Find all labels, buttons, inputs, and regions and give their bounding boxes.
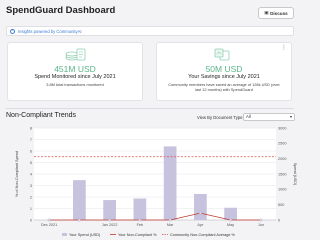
x-tick-label: Jan 2022 [102, 223, 118, 227]
spend-bar [73, 180, 86, 220]
savings-label: Your Savings since July 2021 [188, 74, 260, 80]
transactions-icon [65, 48, 86, 61]
view-by-label: View By Document Type: [197, 115, 244, 120]
x-tick-label: Feb [137, 223, 144, 227]
non-compliant-trends-chart: 0 1 2 3 4 5 6 7 8 0 500 1000 1500 2000 2500 3000 % of No… [0, 124, 300, 240]
x-tick-label: Dec 2021 [41, 223, 57, 227]
info-icon: i [10, 28, 15, 34]
y-left-tick-label: 6 [30, 149, 32, 153]
x-tick-label: Mar [167, 223, 174, 227]
kebab-menu-icon[interactable]: ⋮ [281, 45, 287, 50]
y-right-tick-label: 3000 [278, 126, 286, 130]
spend-monitored-label: Spend Monitored since July 2021 [34, 74, 116, 80]
section-divider [6, 108, 294, 109]
chat-icon: ▣ [264, 10, 269, 15]
y-left-tick-label: 0 [30, 218, 32, 222]
y-right-axis-label: Spend (USD) [293, 163, 297, 186]
legend-label-community: Community Non-Compliant Average % [170, 233, 236, 237]
savings-subtext: Community members have saved an average … [168, 82, 280, 93]
your-non-compliant-point [108, 218, 112, 222]
y-right-tick-label: 1500 [278, 172, 286, 176]
y-left-tick-label: 8 [30, 126, 32, 130]
y-left-tick-label: 2 [30, 195, 32, 199]
x-tick-label: Apr [197, 223, 204, 227]
your-non-compliant-point [47, 218, 51, 222]
legend-label-your-non-compliant: Your Non-Compliant % [118, 233, 157, 237]
x-tick-label: Jun [258, 223, 264, 227]
spend-bar [194, 193, 207, 220]
y-right-tick-label: 1000 [278, 188, 286, 192]
y-right-tick-label: 0 [278, 218, 280, 222]
savings-value: 50M USD [205, 64, 243, 74]
legend-swatch-spend [62, 233, 67, 236]
y-left-tick-label: 7 [30, 138, 32, 142]
header: SpendGuard Dashboard ▣ Discuss [0, 0, 300, 22]
spend-monitored-card: 451M USD Spend Monitored since July 2021… [7, 42, 143, 101]
spend-bar [224, 207, 237, 220]
your-non-compliant-point [229, 218, 233, 222]
y-left-axis-label: % of Non-Compliant Spend [15, 151, 19, 197]
your-non-compliant-point [168, 218, 172, 222]
trends-title: Non-Compliant Trends [6, 112, 77, 119]
insights-banner-text: Insights powered by CommunityAI [18, 29, 82, 34]
document-type-select[interactable]: All ▾ [243, 113, 295, 121]
chart-svg: 0 1 2 3 4 5 6 7 8 0 500 1000 1500 2000 2500 3000 % of No… [15, 126, 297, 237]
y-left-tick-label: 1 [30, 207, 32, 211]
y-right-tick-label: 2500 [278, 142, 286, 146]
your-non-compliant-point [138, 218, 142, 222]
y-left-tick-label: 4 [30, 172, 32, 176]
legend-label-spend: Your Spend (USD) [69, 233, 101, 237]
your-non-compliant-point [198, 211, 202, 215]
page-title: SpendGuard Dashboard [6, 5, 116, 16]
savings-icon [214, 48, 230, 61]
savings-card: ⋮ 50M USD Your Savings since July 2021 C… [156, 42, 292, 101]
discuss-button-label: Discuss [270, 10, 288, 16]
spend-bar [103, 200, 116, 220]
y-left-tick-label: 3 [30, 184, 32, 188]
discuss-button[interactable]: ▣ Discuss [258, 7, 294, 19]
y-right-tick-label: 2000 [278, 157, 286, 161]
chevron-down-icon: ▾ [289, 114, 292, 119]
your-non-compliant-point [259, 218, 263, 222]
y-right-tick-label: 500 [278, 203, 284, 207]
spend-bar [163, 146, 177, 220]
insights-banner: i Insights powered by CommunityAI [6, 26, 294, 36]
x-tick-label: May [227, 223, 234, 227]
spend-monitored-subtext: 3.8M total transactions monitored [46, 82, 104, 87]
document-type-select-value: All [246, 114, 251, 119]
spend-monitored-value: 451M USD [54, 64, 96, 74]
your-non-compliant-point [77, 218, 81, 222]
y-left-tick-label: 5 [30, 161, 32, 165]
spend-bar [133, 198, 147, 220]
